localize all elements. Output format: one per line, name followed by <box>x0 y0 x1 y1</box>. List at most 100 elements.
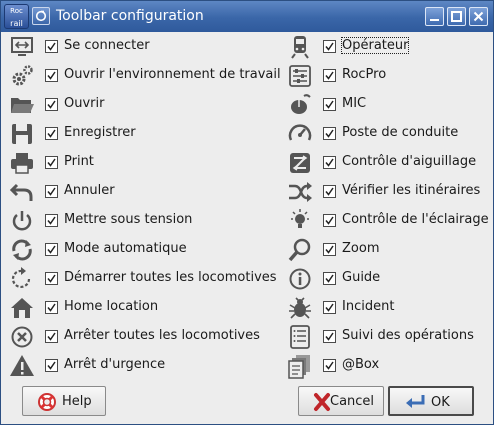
connect-monitor-icon <box>9 34 35 60</box>
printer-icon <box>9 150 35 176</box>
option-label: Mettre sous tension <box>64 212 193 227</box>
option-checkbox[interactable] <box>45 330 58 343</box>
toolbar-option-row[interactable]: Home location <box>9 293 299 322</box>
option-checkbox[interactable] <box>45 301 58 314</box>
option-label: Contrôle d'aiguillage <box>342 154 477 169</box>
magnifier-icon <box>287 237 313 263</box>
option-checkbox[interactable] <box>323 69 336 82</box>
toolbar-option-row[interactable]: Mettre sous tension <box>9 206 299 235</box>
toolbar-configuration-dialog: Roc rail Toolbar configuration Se connec… <box>0 0 494 425</box>
toolbar-option-row[interactable]: Arrêt d'urgence <box>9 351 299 380</box>
title-bar[interactable]: Roc rail Toolbar configuration <box>1 1 493 32</box>
option-label: Arrêter toutes les locomotives <box>64 328 260 343</box>
close-icon <box>473 11 484 22</box>
option-checkbox[interactable] <box>45 127 58 140</box>
option-label: Enregistrer <box>64 125 136 140</box>
toolbar-option-row[interactable]: Opérateur <box>287 32 494 61</box>
option-checkbox[interactable] <box>45 69 58 82</box>
toolbar-option-row[interactable]: Arrêter toutes les locomotives <box>9 322 299 351</box>
option-checkbox[interactable] <box>45 214 58 227</box>
option-label: Annuler <box>64 183 115 198</box>
info-circle-icon <box>287 266 313 292</box>
power-icon <box>9 208 35 234</box>
toolbar-option-row[interactable]: @Box <box>287 351 494 380</box>
option-checkbox[interactable] <box>323 156 336 169</box>
option-label: Ouvrir l'environnement de travail <box>64 67 281 82</box>
folder-open-icon <box>9 92 35 118</box>
documents-icon <box>287 353 313 379</box>
toolbar-option-row[interactable]: Print <box>9 148 299 177</box>
floppy-disk-icon <box>9 121 35 147</box>
option-checkbox[interactable] <box>323 214 336 227</box>
option-label: Home location <box>64 299 159 314</box>
option-checkbox[interactable] <box>323 330 336 343</box>
option-checkbox[interactable] <box>323 301 336 314</box>
toolbar-option-row[interactable]: Incident <box>287 293 494 322</box>
gears-icon <box>9 63 35 89</box>
window-title: Toolbar configuration <box>56 8 204 24</box>
rocrail-app-icon[interactable]: Roc rail <box>4 4 29 29</box>
rotate-dashed-icon <box>9 266 35 292</box>
toolbar-option-row[interactable]: Ouvrir l'environnement de travail <box>9 61 299 90</box>
toolbar-option-row[interactable]: Zoom <box>287 235 494 264</box>
toolbar-option-row[interactable]: Contrôle d'aiguillage <box>287 148 494 177</box>
app-icon-text-top: Roc <box>10 7 23 15</box>
option-label: Se connecter <box>64 38 150 53</box>
option-checkbox[interactable] <box>323 185 336 198</box>
minimize-icon <box>430 19 439 21</box>
option-checkbox[interactable] <box>323 359 336 372</box>
home-icon <box>9 295 35 321</box>
option-checkbox[interactable] <box>45 359 58 372</box>
stop-circle-x-icon <box>9 324 35 350</box>
maximize-icon <box>451 11 462 22</box>
app-icon-text-bottom: rail <box>10 19 23 28</box>
toolbar-option-row[interactable]: Vérifier les itinéraires <box>287 177 494 206</box>
close-button[interactable] <box>469 7 488 26</box>
option-checkbox[interactable] <box>323 98 336 111</box>
option-checkbox[interactable] <box>323 127 336 140</box>
option-checkbox[interactable] <box>45 272 58 285</box>
toolbar-option-row[interactable]: Se connecter <box>9 32 299 61</box>
option-checkbox[interactable] <box>45 243 58 256</box>
option-checkbox[interactable] <box>45 185 58 198</box>
help-button-label: Help <box>62 394 92 409</box>
toolbar-option-row[interactable]: Ouvrir <box>9 90 299 119</box>
train-icon <box>287 34 313 60</box>
toolbar-option-row[interactable]: Poste de conduite <box>287 119 494 148</box>
toolbar-option-row[interactable]: RocPro <box>287 61 494 90</box>
option-checkbox[interactable] <box>323 272 336 285</box>
option-checkbox[interactable] <box>323 243 336 256</box>
ok-button[interactable]: OK <box>388 386 474 416</box>
toolbar-option-row[interactable]: Démarrer toutes les locomotives <box>9 264 299 293</box>
window-menu-button[interactable] <box>32 7 50 25</box>
lifebuoy-icon <box>38 393 56 411</box>
toolbar-option-row[interactable]: Enregistrer <box>9 119 299 148</box>
help-button[interactable]: Help <box>22 386 106 416</box>
option-label: Poste de conduite <box>342 125 459 140</box>
cancel-button[interactable]: Cancel <box>298 386 384 416</box>
option-label: Vérifier les itinéraires <box>342 183 481 198</box>
option-label: Contrôle de l'éclairage <box>342 212 489 227</box>
option-label: RocPro <box>342 67 387 82</box>
minimize-button[interactable] <box>425 7 444 26</box>
sliders-icon <box>287 63 313 89</box>
warning-triangle-icon <box>9 353 35 379</box>
undo-arrow-icon <box>9 179 35 205</box>
option-label: Ouvrir <box>64 96 105 111</box>
option-checkbox[interactable] <box>323 40 336 53</box>
toolbar-option-row[interactable]: Annuler <box>9 177 299 206</box>
toolbar-option-row[interactable]: Guide <box>287 264 494 293</box>
cancel-x-icon <box>314 393 330 411</box>
toolbar-option-row[interactable]: MIC <box>287 90 494 119</box>
turnout-switch-icon <box>287 150 313 176</box>
toolbar-option-row[interactable]: Suivi des opérations <box>287 322 494 351</box>
lightbulb-icon <box>287 208 313 234</box>
toolbar-option-row[interactable]: Contrôle de l'éclairage <box>287 206 494 235</box>
option-checkbox[interactable] <box>45 98 58 111</box>
option-label: Démarrer toutes les locomotives <box>64 270 277 285</box>
toolbar-option-row[interactable]: Mode automatique <box>9 235 299 264</box>
option-checkbox[interactable] <box>45 156 58 169</box>
maximize-button[interactable] <box>447 7 466 26</box>
ok-button-label: OK <box>431 395 450 410</box>
option-checkbox[interactable] <box>45 40 58 53</box>
